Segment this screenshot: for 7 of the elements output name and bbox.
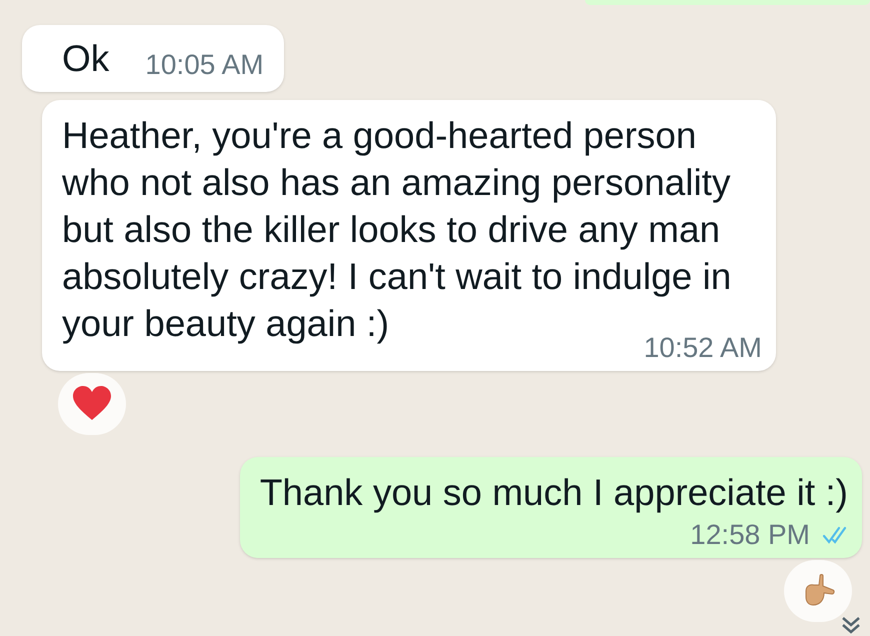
heart-icon [72,386,112,422]
message-text: Thank you so much I appreciate it :) [260,471,848,515]
chevron-down-icon[interactable] [840,616,862,634]
message-time: 10:05 AM [145,48,264,82]
reaction-badge[interactable] [784,560,852,622]
message-text: Ok [62,37,110,81]
message-time: 12:58 PM [690,518,810,552]
